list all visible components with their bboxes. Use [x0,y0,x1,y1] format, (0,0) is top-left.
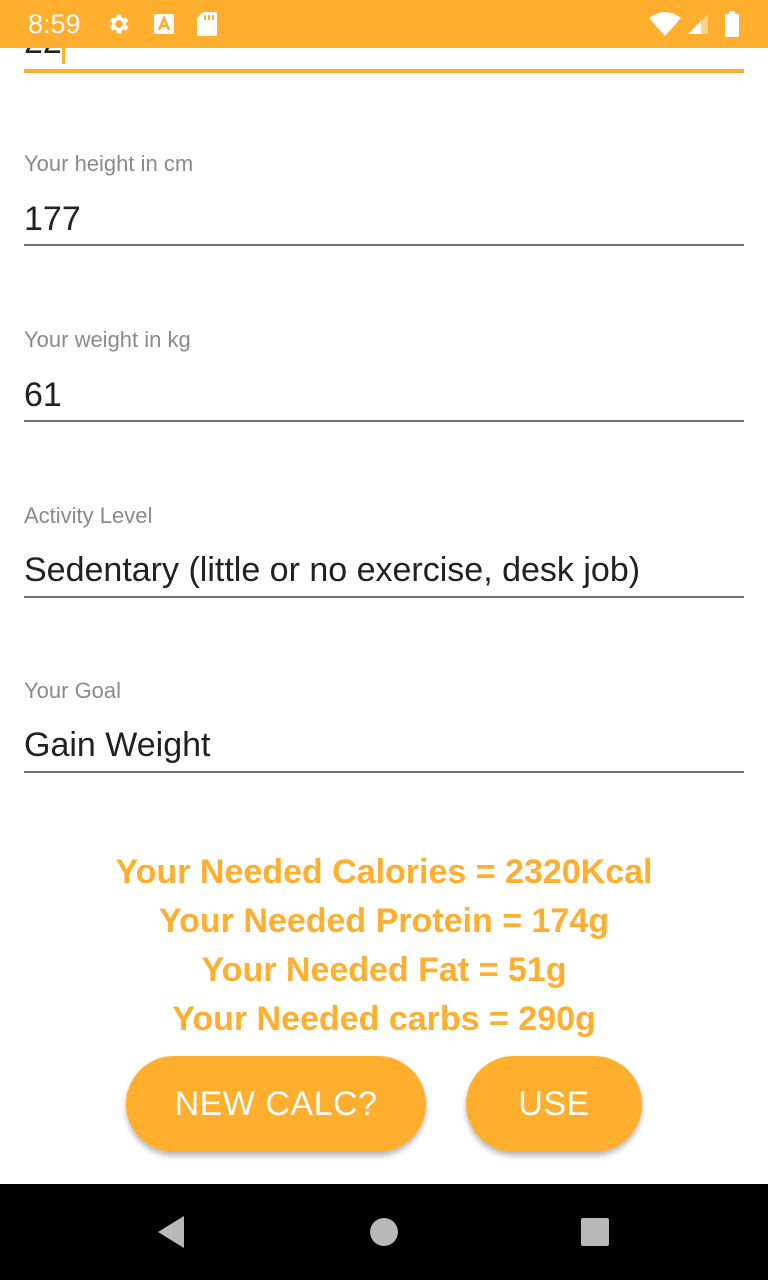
a-badge-icon [150,10,178,38]
carbs-result: Your Needed carbs = 290g [172,1000,596,1038]
home-icon[interactable] [360,1208,408,1256]
height-input[interactable]: 177 [24,199,81,239]
weight-input[interactable]: 61 [24,375,62,415]
age-input-underline [24,69,744,73]
sd-card-icon [193,10,221,38]
weight-label: Your weight in kg [24,327,191,352]
gear-icon [105,10,133,38]
activity-level-label: Activity Level [24,503,153,528]
new-calc-button[interactable]: NEW CALC? [126,1056,426,1152]
activity-level-field[interactable]: Activity Level Sedentary (little or no e… [24,503,744,599]
results-panel: Your Needed Calories = 2320Kcal Your Nee… [0,848,768,1044]
height-label: Your height in cm [24,151,194,176]
weight-underline [24,420,744,422]
signal-icon [684,10,712,38]
height-field[interactable]: Your height in cm 177 [24,151,744,247]
goal-select[interactable]: Gain Weight [24,725,210,765]
fat-result: Your Needed Fat = 51g [201,951,567,989]
protein-result: Your Needed Protein = 174g [158,902,609,940]
use-button[interactable]: USE [466,1056,642,1152]
back-icon[interactable] [147,1208,195,1256]
status-time: 8:59 [28,9,81,39]
form-scroll-area[interactable]: 22 Your height in cm 177 Your weight in … [0,0,768,1184]
goal-underline [24,771,744,773]
status-bar: 8:59 [0,0,768,48]
height-underline [24,244,744,246]
activity-level-select[interactable]: Sedentary (little or no exercise, desk j… [24,550,640,590]
wifi-icon [648,10,682,38]
battery-icon [718,10,746,38]
activity-level-underline [24,596,744,598]
goal-label: Your Goal [24,678,122,703]
goal-field[interactable]: Your Goal Gain Weight [24,678,744,774]
recents-icon[interactable] [571,1208,619,1256]
navigation-bar [0,1184,768,1280]
calories-result: Your Needed Calories = 2320Kcal [115,853,653,891]
weight-field[interactable]: Your weight in kg 61 [24,327,744,423]
